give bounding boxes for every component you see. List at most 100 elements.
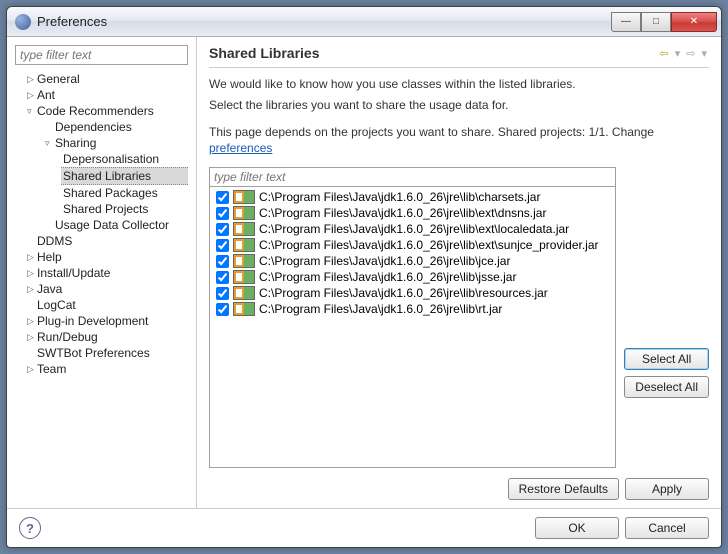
- tree-item[interactable]: Shared Packages: [15, 185, 188, 201]
- library-path: C:\Program Files\Java\jdk1.6.0_26\jre\li…: [259, 222, 569, 236]
- tree-item-label: Run/Debug: [37, 330, 98, 344]
- forward-icon[interactable]: ⇨: [684, 47, 697, 60]
- tree-arrow-icon: ▷: [27, 90, 35, 101]
- tree-item[interactable]: Shared Projects: [15, 201, 188, 217]
- apply-button[interactable]: Apply: [625, 478, 709, 500]
- deselect-all-button[interactable]: Deselect All: [624, 376, 709, 398]
- library-row[interactable]: C:\Program Files\Java\jdk1.6.0_26\jre\li…: [210, 205, 615, 221]
- library-checkbox[interactable]: [216, 207, 229, 220]
- tree-item[interactable]: ▷Install/Update: [15, 265, 188, 281]
- tree-item[interactable]: Shared Libraries: [61, 167, 188, 185]
- tree-item-label: Java: [37, 282, 62, 296]
- dependency-note: This page depends on the projects you wa…: [209, 124, 709, 158]
- tree-item-label: Shared Packages: [63, 186, 158, 200]
- tree-arrow-icon: ▷: [27, 316, 35, 327]
- tree-arrow-icon: ▷: [27, 364, 35, 375]
- tree-arrow-icon: ▿: [45, 138, 53, 149]
- tree-item[interactable]: LogCat: [15, 297, 188, 313]
- library-checkbox[interactable]: [216, 287, 229, 300]
- jar-icon: [233, 222, 255, 236]
- tree-item[interactable]: ▷General: [15, 71, 188, 87]
- library-row[interactable]: C:\Program Files\Java\jdk1.6.0_26\jre\li…: [210, 269, 615, 285]
- window-title: Preferences: [37, 14, 611, 29]
- library-checkbox[interactable]: [216, 223, 229, 236]
- tree-item[interactable]: ▷Team: [15, 361, 188, 377]
- library-row[interactable]: C:\Program Files\Java\jdk1.6.0_26\jre\li…: [210, 221, 615, 237]
- library-list[interactable]: C:\Program Files\Java\jdk1.6.0_26\jre\li…: [209, 187, 616, 468]
- library-row[interactable]: C:\Program Files\Java\jdk1.6.0_26\jre\li…: [210, 253, 615, 269]
- tree-item[interactable]: DDMS: [15, 233, 188, 249]
- forward-menu-icon[interactable]: ▾: [699, 47, 709, 60]
- tree-item-label: General: [37, 72, 80, 86]
- titlebar[interactable]: Preferences — □ ✕: [7, 7, 721, 37]
- cancel-button[interactable]: Cancel: [625, 517, 709, 539]
- tree-item[interactable]: Usage Data Collector: [15, 217, 188, 233]
- tree-item[interactable]: ▷Plug-in Development: [15, 313, 188, 329]
- library-checkbox[interactable]: [216, 271, 229, 284]
- library-row[interactable]: C:\Program Files\Java\jdk1.6.0_26\jre\li…: [210, 301, 615, 317]
- tree-arrow-icon: ▷: [27, 74, 35, 85]
- description-line-1: We would like to know how you use classe…: [209, 76, 709, 93]
- ok-button[interactable]: OK: [535, 517, 619, 539]
- tree-arrow-icon: ▷: [27, 268, 35, 279]
- tree-item[interactable]: Dependencies: [15, 119, 188, 135]
- library-path: C:\Program Files\Java\jdk1.6.0_26\jre\li…: [259, 302, 502, 316]
- tree-item-label: Sharing: [55, 136, 96, 150]
- tree-item-label: Code Recommenders: [37, 104, 154, 118]
- preferences-tree[interactable]: ▷General▷Ant▿Code RecommendersDependenci…: [15, 71, 188, 500]
- page-title: Shared Libraries: [209, 45, 658, 61]
- tree-item-label: Usage Data Collector: [55, 218, 169, 232]
- library-path: C:\Program Files\Java\jdk1.6.0_26\jre\li…: [259, 238, 599, 252]
- preferences-link[interactable]: preferences: [209, 141, 272, 155]
- back-icon[interactable]: ⇦: [658, 47, 671, 60]
- library-checkbox[interactable]: [216, 239, 229, 252]
- library-row[interactable]: C:\Program Files\Java\jdk1.6.0_26\jre\li…: [210, 237, 615, 253]
- jar-icon: [233, 254, 255, 268]
- tree-item-label: Depersonalisation: [63, 152, 159, 166]
- main-panel: Shared Libraries ⇦▾ ⇨▾ We would like to …: [197, 37, 721, 508]
- minimize-button[interactable]: —: [611, 12, 641, 32]
- back-menu-icon[interactable]: ▾: [673, 47, 683, 60]
- tree-item[interactable]: Depersonalisation: [15, 151, 188, 167]
- tree-item-label: Shared Projects: [63, 202, 148, 216]
- restore-defaults-button[interactable]: Restore Defaults: [508, 478, 619, 500]
- jar-icon: [233, 206, 255, 220]
- tree-item[interactable]: SWTBot Preferences: [15, 345, 188, 361]
- tree-item[interactable]: ▷Help: [15, 249, 188, 265]
- library-filter-input[interactable]: [209, 167, 616, 187]
- tree-item[interactable]: ▿Sharing: [15, 135, 188, 151]
- jar-icon: [233, 190, 255, 204]
- library-path: C:\Program Files\Java\jdk1.6.0_26\jre\li…: [259, 254, 510, 268]
- library-path: C:\Program Files\Java\jdk1.6.0_26\jre\li…: [259, 206, 546, 220]
- tree-item-label: Shared Libraries: [63, 169, 151, 183]
- library-checkbox[interactable]: [216, 303, 229, 316]
- library-path: C:\Program Files\Java\jdk1.6.0_26\jre\li…: [259, 270, 516, 284]
- sidebar: ▷General▷Ant▿Code RecommendersDependenci…: [7, 37, 197, 508]
- tree-item-label: Help: [37, 250, 62, 264]
- tree-arrow-icon: ▷: [27, 332, 35, 343]
- tree-item-label: Team: [37, 362, 66, 376]
- preferences-window: Preferences — □ ✕ ▷General▷Ant▿Code Reco…: [6, 6, 722, 548]
- maximize-button[interactable]: □: [641, 12, 671, 32]
- nav-arrows: ⇦▾ ⇨▾: [658, 47, 710, 60]
- tree-item[interactable]: ▷Ant: [15, 87, 188, 103]
- footer: ? OK Cancel: [7, 508, 721, 547]
- library-checkbox[interactable]: [216, 191, 229, 204]
- help-icon[interactable]: ?: [19, 517, 41, 539]
- tree-item[interactable]: ▷Java: [15, 281, 188, 297]
- tree-item-label: SWTBot Preferences: [37, 346, 150, 360]
- tree-item[interactable]: ▿Code Recommenders: [15, 103, 188, 119]
- library-row[interactable]: C:\Program Files\Java\jdk1.6.0_26\jre\li…: [210, 189, 615, 205]
- tree-item-label: Ant: [37, 88, 55, 102]
- tree-arrow-icon: ▿: [27, 106, 35, 117]
- tree-arrow-icon: ▷: [27, 284, 35, 295]
- close-button[interactable]: ✕: [671, 12, 717, 32]
- library-path: C:\Program Files\Java\jdk1.6.0_26\jre\li…: [259, 286, 548, 300]
- tree-item-label: Install/Update: [37, 266, 110, 280]
- library-checkbox[interactable]: [216, 255, 229, 268]
- tree-item-label: Dependencies: [55, 120, 132, 134]
- library-row[interactable]: C:\Program Files\Java\jdk1.6.0_26\jre\li…: [210, 285, 615, 301]
- sidebar-filter-input[interactable]: [15, 45, 188, 65]
- tree-item[interactable]: ▷Run/Debug: [15, 329, 188, 345]
- select-all-button[interactable]: Select All: [624, 348, 709, 370]
